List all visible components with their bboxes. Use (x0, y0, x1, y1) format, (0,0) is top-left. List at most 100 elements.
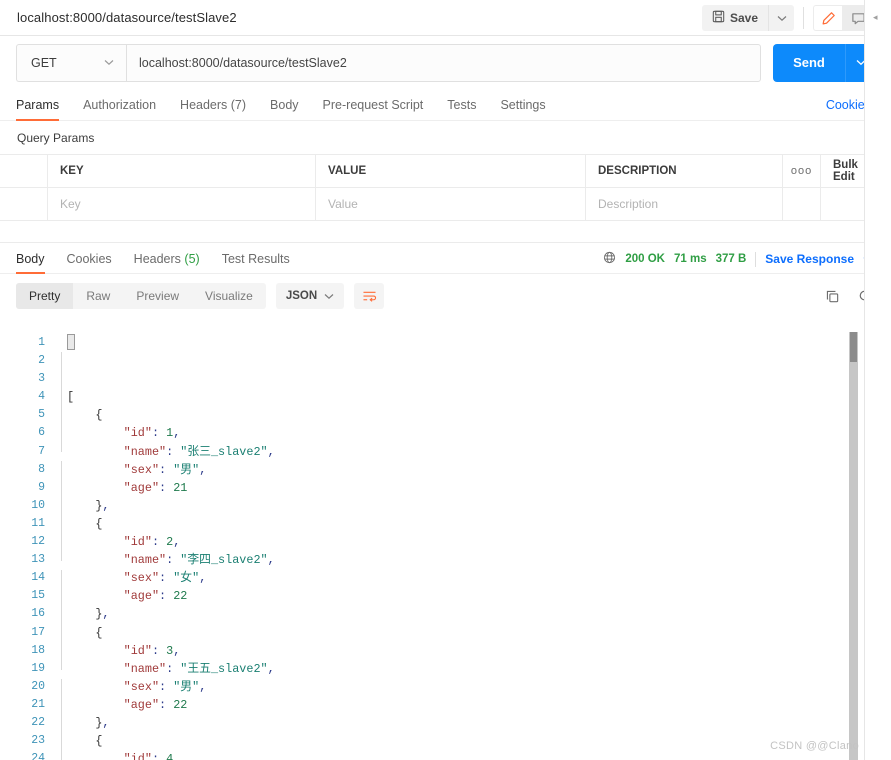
chevron-down-icon (777, 15, 786, 21)
line-number: 19 (31, 661, 45, 675)
code-line[interactable]: "id": 4, (67, 750, 864, 760)
code-line[interactable]: "sex": "男", (67, 678, 864, 696)
text-cursor (67, 334, 75, 350)
floppy-disk-icon (712, 10, 725, 26)
header-actions: Save (701, 0, 891, 36)
line-number: 17 (31, 625, 45, 639)
code-fold-column[interactable] (55, 332, 67, 760)
line-number: 24 (31, 752, 45, 760)
tab-body[interactable]: Body (270, 98, 299, 120)
line-number: 5 (38, 408, 45, 422)
line-number: 18 (31, 643, 45, 657)
param-description-input[interactable]: Description (598, 197, 658, 211)
http-method-select[interactable]: GET (16, 43, 126, 82)
code-line[interactable]: { (67, 515, 864, 533)
code-line[interactable]: { (67, 406, 864, 424)
view-mode-preview[interactable]: Preview (123, 283, 192, 309)
globe-icon (603, 251, 616, 267)
code-line[interactable]: "id": 2, (67, 533, 864, 551)
code-line[interactable]: }, (67, 497, 864, 515)
edit-documentation-button[interactable] (813, 5, 843, 31)
code-line[interactable]: "id": 3, (67, 642, 864, 660)
rail-handle-icon[interactable]: ◂ (873, 12, 878, 23)
code-line[interactable]: "age": 22 (67, 696, 864, 714)
code-line[interactable]: "name": "李四_slave2", (67, 551, 864, 569)
chevron-down-icon (104, 60, 114, 66)
tab-pre-request-script[interactable]: Pre-request Script (323, 98, 424, 120)
request-title: localhost:8000/datasource/testSlave2 (17, 10, 237, 25)
format-select[interactable]: JSON (275, 283, 345, 309)
tab-authorization[interactable]: Authorization (83, 98, 156, 120)
json-code-content[interactable]: [ { "id": 1, "name": "张三_slave2", "sex":… (67, 332, 864, 760)
code-line[interactable]: [ (67, 388, 864, 406)
code-line[interactable]: "id": 1, (67, 424, 864, 442)
line-number: 6 (38, 426, 45, 440)
code-line[interactable]: "name": "王五_slave2", (67, 660, 864, 678)
tab-tests[interactable]: Tests (447, 98, 476, 120)
code-line[interactable]: "age": 22 (67, 587, 864, 605)
code-vertical-scrollbar[interactable] (849, 332, 858, 760)
param-value-input[interactable]: Value (328, 197, 358, 211)
param-key-input[interactable]: Key (60, 197, 81, 211)
send-button[interactable]: Send (773, 44, 845, 82)
right-sidebar-rail: ◂ (864, 0, 891, 760)
response-tab-body[interactable]: Body (16, 252, 45, 274)
view-mode-raw[interactable]: Raw (73, 283, 123, 309)
code-line[interactable]: { (67, 732, 864, 750)
request-tabs: Params Authorization Headers (7) Body Pr… (0, 89, 891, 121)
save-button[interactable]: Save (702, 5, 768, 31)
line-number: 15 (31, 589, 45, 603)
line-number: 11 (31, 516, 45, 530)
column-header-description: DESCRIPTION (598, 165, 677, 177)
view-mode-pretty[interactable]: Pretty (16, 283, 74, 309)
response-body-code[interactable]: 1 2 3 4 5 6 7 8 9 10 11 12 13 14 15 16 17 18 19 20 21 22 23 24 … (0, 332, 864, 760)
query-params-title: Query Params (17, 131, 95, 145)
response-tabs: Body Cookies Headers (5) Test Results 20… (0, 243, 891, 274)
pencil-icon (822, 11, 835, 24)
response-tab-test-results[interactable]: Test Results (222, 252, 290, 273)
view-mode-segmented: Pretty Raw Preview Visualize (16, 283, 266, 309)
code-line[interactable]: "sex": "女", (67, 569, 864, 587)
line-number: 1 (38, 336, 45, 349)
line-number: 22 (31, 715, 45, 729)
view-mode-visualize[interactable]: Visualize (192, 283, 266, 309)
code-line[interactable]: "age": 21 (67, 479, 864, 497)
request-header: localhost:8000/datasource/testSlave2 Sav… (0, 0, 891, 36)
ellipsis-icon[interactable]: ooo (783, 155, 821, 187)
code-line[interactable]: }, (67, 714, 864, 732)
code-line[interactable]: { (67, 624, 864, 642)
chevron-down-icon (324, 293, 334, 299)
table-row[interactable]: Key Value Description (0, 188, 891, 221)
code-line[interactable]: }, (67, 605, 864, 623)
line-number: 14 (31, 571, 45, 585)
response-separator (0, 221, 891, 243)
line-number: 7 (38, 444, 45, 458)
line-number: 12 (31, 535, 45, 549)
query-params-table: KEY VALUE DESCRIPTION ooo Bulk Edit Key … (0, 154, 891, 221)
scrollbar-thumb[interactable] (850, 332, 857, 362)
line-number: 2 (38, 354, 45, 368)
response-tab-cookies[interactable]: Cookies (67, 252, 112, 273)
header-divider (803, 7, 804, 29)
row-checkbox-cell[interactable] (0, 188, 48, 220)
code-line[interactable]: "name": "张三_slave2", (67, 443, 864, 461)
postman-window: localhost:8000/datasource/testSlave2 Sav… (0, 0, 891, 760)
response-size: 377 B (715, 253, 747, 265)
line-number: 10 (31, 498, 45, 512)
send-group: Send (773, 43, 875, 82)
column-header-value: VALUE (328, 165, 367, 177)
url-input[interactable]: localhost:8000/datasource/testSlave2 (126, 43, 761, 82)
code-line[interactable]: "sex": "男", (67, 461, 864, 479)
word-wrap-icon[interactable] (354, 283, 385, 309)
tab-headers[interactable]: Headers (7) (180, 98, 246, 120)
line-number: 9 (38, 480, 45, 494)
tab-params[interactable]: Params (16, 98, 60, 121)
line-number: 21 (31, 697, 45, 711)
save-options-caret[interactable] (768, 5, 794, 31)
response-tab-headers[interactable]: Headers (5) (134, 252, 200, 273)
line-number: 20 (31, 679, 45, 693)
copy-icon[interactable] (825, 289, 840, 304)
line-number: 16 (31, 607, 45, 621)
save-response-button[interactable]: Save Response (765, 252, 854, 266)
tab-settings[interactable]: Settings (500, 98, 545, 120)
